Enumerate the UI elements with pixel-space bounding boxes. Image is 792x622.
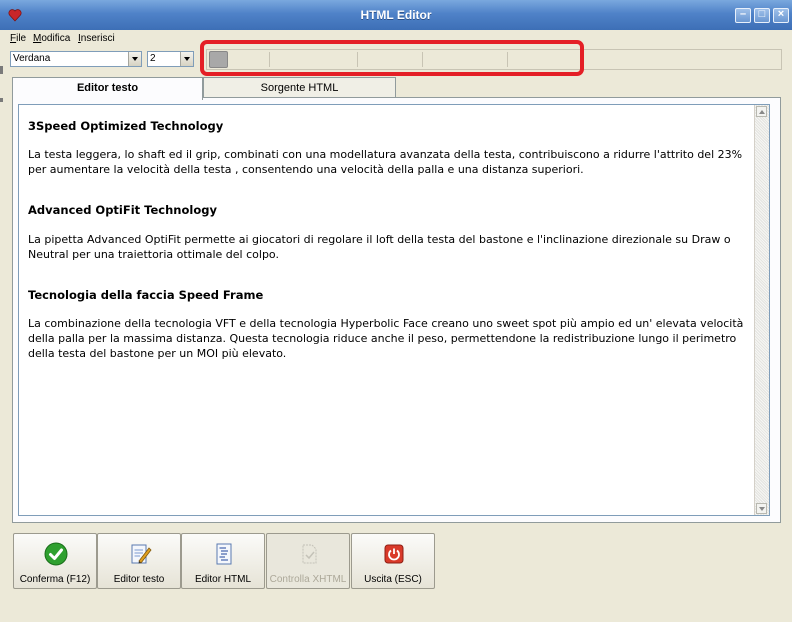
section-heading: 3Speed Optimized Technology <box>28 119 224 133</box>
close-icon: × <box>777 8 785 20</box>
text-editor-button-label: Editor testo <box>113 574 165 585</box>
menu-file[interactable]: File <box>10 30 26 48</box>
menu-inserisci[interactable]: Inserisci <box>78 30 115 48</box>
maximize-button[interactable]: □ <box>754 8 770 23</box>
background-window-edge <box>0 98 3 102</box>
toolbar-divider <box>269 52 270 67</box>
formatting-toolbar <box>206 49 782 70</box>
close-button[interactable]: × <box>773 8 789 23</box>
exit-button[interactable]: Uscita (ESC) <box>351 533 435 589</box>
scroll-down-icon[interactable] <box>756 503 767 514</box>
menu-modifica[interactable]: Modifica <box>33 30 70 48</box>
font-family-value: Verdana <box>13 53 51 64</box>
tab-editor-testo[interactable]: Editor testo <box>12 77 203 100</box>
minimize-icon: – <box>739 8 747 20</box>
section-paragraph: La testa leggera, lo shaft ed il grip, c… <box>28 148 743 176</box>
maximize-icon: □ <box>758 8 766 20</box>
section-heading: Advanced OptiFit Technology <box>28 203 217 217</box>
editor-content: 3Speed Optimized Technology La testa leg… <box>28 117 750 361</box>
edit-document-icon <box>131 544 152 564</box>
section-paragraph: La pipetta Advanced OptiFit permette ai … <box>28 233 731 261</box>
toolbar-divider <box>422 52 423 67</box>
scroll-up-icon[interactable] <box>756 106 767 117</box>
html-editor-button[interactable]: Editor HTML <box>181 533 265 589</box>
validate-xhtml-icon <box>302 544 317 564</box>
confirm-check-icon <box>44 542 68 566</box>
confirm-button[interactable]: Conferma (F12) <box>13 533 97 589</box>
confirm-button-label: Conferma (F12) <box>19 574 91 585</box>
text-editor-area[interactable]: 3Speed Optimized Technology La testa leg… <box>18 104 770 516</box>
font-size-value: 2 <box>150 53 156 64</box>
section-heading: Tecnologia della faccia Speed Frame <box>28 288 264 302</box>
tab-sorgente-html[interactable]: Sorgente HTML <box>203 77 396 97</box>
html-document-icon <box>216 543 232 565</box>
validate-xhtml-button-label: Controlla XHTML <box>269 574 347 585</box>
background-window-edge <box>0 66 3 74</box>
minimize-button[interactable]: – <box>735 8 751 23</box>
menu-bar: File Modifica Inserisci <box>0 30 792 48</box>
title-bar: HTML Editor – □ × <box>0 0 792 30</box>
font-size-select[interactable]: 2 <box>147 51 194 67</box>
validate-xhtml-button[interactable]: Controlla XHTML <box>266 533 350 589</box>
section-paragraph: La combinazione della tecnologia VFT e d… <box>28 317 744 360</box>
vertical-scrollbar[interactable] <box>754 105 769 515</box>
chevron-down-icon[interactable] <box>128 52 141 66</box>
font-family-select[interactable]: Verdana <box>10 51 142 67</box>
html-editor-button-label: Editor HTML <box>194 574 252 585</box>
chevron-down-icon[interactable] <box>180 52 193 66</box>
window-title: HTML Editor <box>360 8 432 22</box>
text-color-swatch[interactable] <box>209 51 228 68</box>
toolbar-divider <box>357 52 358 67</box>
exit-button-label: Uscita (ESC) <box>364 574 422 585</box>
toolbar-divider <box>507 52 508 67</box>
text-editor-button[interactable]: Editor testo <box>97 533 181 589</box>
exit-power-icon <box>384 544 404 564</box>
